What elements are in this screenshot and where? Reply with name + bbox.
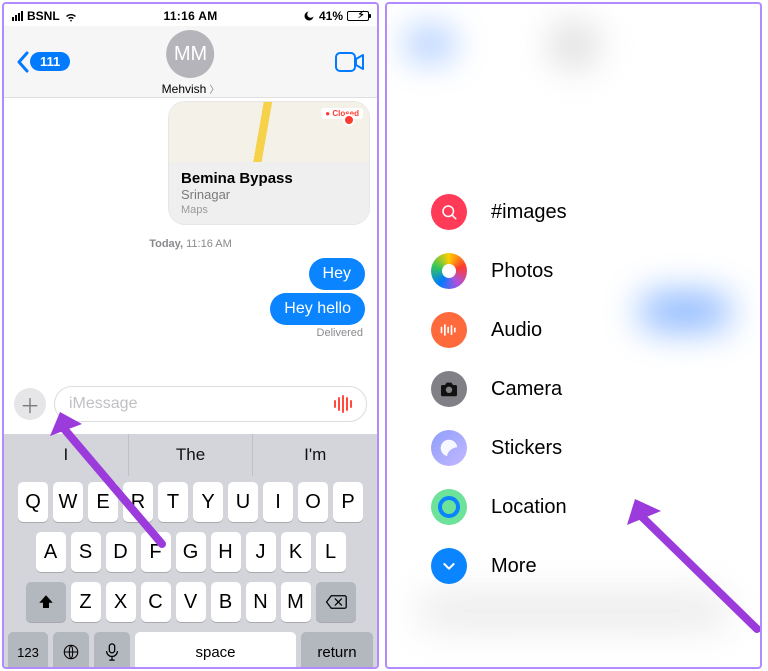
key-r[interactable]: R [123,482,153,522]
key-l[interactable]: L [316,532,346,572]
drawer-item-more[interactable]: More [431,548,760,584]
key-b[interactable]: B [211,582,241,622]
key-y[interactable]: Y [193,482,223,522]
location-card[interactable]: ● Closed Bemina Bypass Srinagar Maps [169,102,369,224]
suggestion[interactable]: The [129,434,254,476]
status-bar: BSNL 11:16 AM 41% ⚡︎ [4,4,377,26]
location-subtitle: Srinagar [181,187,357,202]
key-e[interactable]: E [88,482,118,522]
map-thumbnail: ● Closed [169,102,369,162]
key-f[interactable]: F [141,532,171,572]
audio-record-icon[interactable] [332,394,356,414]
key-p[interactable]: P [333,482,363,522]
messages-app: BSNL 11:16 AM 41% ⚡︎ 111 MM Mehvish 〉 ● … [2,2,379,669]
key-a[interactable]: A [36,532,66,572]
key-t[interactable]: T [158,482,188,522]
dictation-key[interactable] [94,632,130,669]
map-pin-icon [343,114,355,126]
key-v[interactable]: V [176,582,206,622]
suggestion[interactable]: I'm [253,434,377,476]
backspace-key[interactable] [316,582,356,622]
predictive-bar: I The I'm [4,434,377,476]
more-icon [431,548,467,584]
key-d[interactable]: D [106,532,136,572]
drawer-item-label: Location [491,496,567,519]
key-o[interactable]: O [298,482,328,522]
battery-icon: ⚡︎ [347,11,369,21]
contact-name: Mehvish [162,82,207,96]
drawer-item-label: Camera [491,378,562,401]
key-g[interactable]: G [176,532,206,572]
key-c[interactable]: C [141,582,171,622]
message-bubble[interactable]: Hey hello [270,293,365,325]
back-button[interactable]: 111 [16,51,70,73]
chat-scroll[interactable]: ● Closed Bemina Bypass Srinagar Maps Tod… [4,98,377,378]
carrier-label: BSNL [27,9,60,23]
chat-nav-bar: 111 MM Mehvish 〉 [4,26,377,98]
camera-icon [431,371,467,407]
numbers-key[interactable]: 123 [8,632,48,669]
drawer-item-label: Stickers [491,437,562,460]
drawer-item-stickers[interactable]: Stickers [431,430,760,466]
message-input[interactable]: iMessage [54,386,367,422]
keyboard: QWERTYUIOP ASDFGHJKL ZXCVBNM 123 space r… [4,476,377,669]
key-n[interactable]: N [246,582,276,622]
drawer-item-label: #images [491,201,567,224]
closed-badge: ● Closed [321,108,363,119]
message-input-placeholder: iMessage [69,395,137,413]
key-x[interactable]: X [106,582,136,622]
key-u[interactable]: U [228,482,258,522]
key-q[interactable]: Q [18,482,48,522]
drawer-item-audio[interactable]: Audio [431,312,760,348]
chevron-right-icon: 〉 [209,81,219,96]
stickers-icon [431,430,467,466]
location-app: Maps [181,204,357,216]
audio-icon [431,312,467,348]
drawer-item-label: Audio [491,319,542,342]
contact-name-button[interactable]: Mehvish 〉 [162,81,220,96]
drawer-item-location[interactable]: Location [431,489,760,525]
chevron-left-icon [16,51,30,73]
photos-icon [431,253,467,289]
battery-pct: 41% [319,9,343,23]
drawer-item-photos[interactable]: Photos [431,253,760,289]
suggestion[interactable]: I [4,434,129,476]
facetime-button[interactable] [335,51,365,73]
compose-bar: ＋ iMessage [4,378,377,434]
key-k[interactable]: K [281,532,311,572]
space-key[interactable]: space [135,632,296,669]
key-j[interactable]: J [246,532,276,572]
drawer-item-label: Photos [491,260,553,283]
drawer-item-camera[interactable]: Camera [431,371,760,407]
key-i[interactable]: I [263,482,293,522]
message-bubble[interactable]: Hey [309,258,365,290]
delivered-label: Delivered [12,327,369,339]
key-s[interactable]: S [71,532,101,572]
drawer-item-label: More [491,555,537,578]
images-icon [431,194,467,230]
shift-key[interactable] [26,582,66,622]
key-z[interactable]: Z [71,582,101,622]
return-key[interactable]: return [301,632,373,669]
location-icon [431,489,467,525]
key-w[interactable]: W [53,482,83,522]
status-time: 11:16 AM [164,9,218,23]
wifi-icon [64,9,78,23]
key-h[interactable]: H [211,532,241,572]
unread-count-badge: 111 [30,52,70,71]
time-divider: Today, 11:16 AM [12,238,369,250]
do-not-disturb-icon [303,10,315,22]
drawer-item-images[interactable]: #images [431,194,760,230]
plus-menu-drawer: #images Photos Audio Camera Stickers Location… [385,2,762,669]
signal-bars-icon [12,11,23,21]
plus-button[interactable]: ＋ [14,388,46,420]
globe-key[interactable] [53,632,89,669]
location-title: Bemina Bypass [181,170,357,187]
key-m[interactable]: M [281,582,311,622]
avatar[interactable]: MM [167,30,215,78]
